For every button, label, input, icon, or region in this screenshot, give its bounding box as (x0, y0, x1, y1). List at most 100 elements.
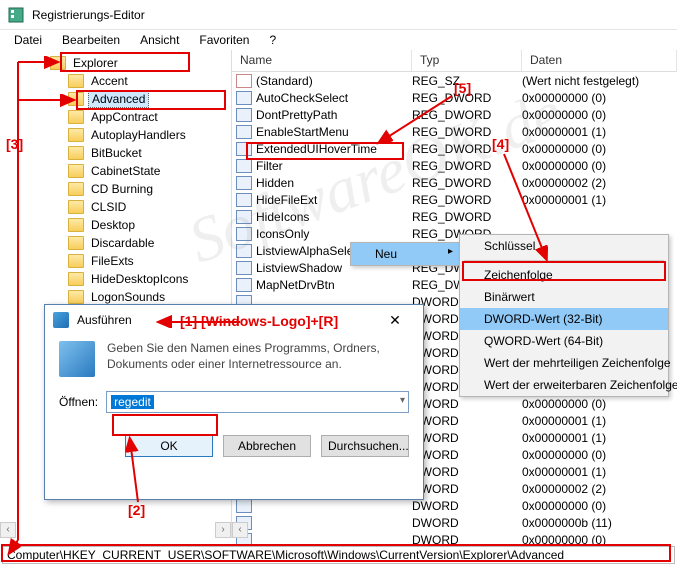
menu-favorites[interactable]: Favoriten (189, 31, 259, 49)
list-item[interactable]: HideFileExtREG_DWORD0x00000001 (1) (232, 191, 677, 208)
ctx-item-string[interactable]: Zeichenfolge (460, 264, 668, 286)
value-data: 0x0000000b (11) (522, 516, 677, 530)
dword-icon (236, 278, 252, 292)
ctx-item-dword[interactable]: DWORD-Wert (32-Bit) (460, 308, 668, 330)
list-item[interactable]: ExtendedUIHoverTimeREG_DWORD0x00000000 (… (232, 140, 677, 157)
twisty-icon[interactable]: › (6, 202, 68, 213)
tree-node[interactable]: ›BitBucket (0, 144, 231, 162)
open-combobox[interactable]: regedit ▾ (106, 391, 409, 413)
header-name[interactable]: Name (232, 50, 412, 71)
list-item[interactable]: (Standard)REG_SZ(Wert nicht festgelegt) (232, 72, 677, 89)
folder-icon (68, 110, 84, 124)
value-name: IconsOnly (256, 227, 412, 241)
value-type: REG_DWORD (412, 210, 522, 224)
tree-node[interactable]: Accent (0, 72, 231, 90)
menu-edit[interactable]: Bearbeiten (52, 31, 130, 49)
value-type: REG_DWORD (412, 125, 522, 139)
tree-node[interactable]: AppContract (0, 108, 231, 126)
folder-icon (68, 92, 84, 106)
value-data: 0x00000000 (0) (522, 499, 677, 513)
menu-help[interactable]: ? (259, 31, 286, 49)
dword-icon (236, 261, 252, 275)
value-type: DWORD (412, 465, 522, 479)
twisty-icon[interactable]: › (6, 94, 68, 105)
ctx-item-neu[interactable]: Neu (351, 243, 459, 265)
tree-node[interactable]: ›AutoplayHandlers (0, 126, 231, 144)
value-name: AutoCheckSelect (256, 91, 412, 105)
twisty-icon[interactable]: › (6, 220, 68, 231)
ctx-item-key[interactable]: Schlüssel (460, 235, 668, 257)
twisty-icon[interactable]: ⌄ (6, 58, 50, 69)
open-value: regedit (111, 395, 154, 409)
scroll-right-arrow[interactable]: › (215, 522, 231, 538)
header-data[interactable]: Daten (522, 50, 677, 71)
twisty-icon[interactable]: › (6, 238, 68, 249)
dword-icon (236, 227, 252, 241)
tree-node[interactable]: › Desktop (0, 216, 231, 234)
value-type: DWORD (412, 397, 522, 411)
tree-node-advanced[interactable]: › Advanced (0, 90, 231, 108)
list-item[interactable]: HiddenREG_DWORD0x00000002 (2) (232, 174, 677, 191)
value-name: MapNetDrvBtn (256, 278, 412, 292)
browse-button[interactable]: Durchsuchen... (321, 435, 409, 457)
dword-icon (236, 142, 252, 156)
ctx-item-binary[interactable]: Binärwert (460, 286, 668, 308)
tree-label: Desktop (88, 217, 138, 233)
tree-node-explorer[interactable]: ⌄ Explorer (0, 54, 231, 72)
chevron-down-icon[interactable]: ▾ (400, 395, 405, 406)
list-item[interactable]: DontPrettyPathREG_DWORD0x00000000 (0) (232, 106, 677, 123)
twisty-icon[interactable]: › (6, 274, 68, 285)
value-data: 0x00000002 (2) (522, 176, 677, 190)
twisty-icon[interactable]: › (6, 256, 68, 267)
ctx-item-qword[interactable]: QWORD-Wert (64-Bit) (460, 330, 668, 352)
value-data: 0x00000000 (0) (522, 448, 677, 462)
dword-icon (236, 244, 252, 258)
separator (464, 260, 664, 261)
list-item[interactable]: EnableStartMenuREG_DWORD0x00000001 (1) (232, 123, 677, 140)
twisty-icon[interactable]: › (6, 130, 68, 141)
menu-file[interactable]: Datei (4, 31, 52, 49)
tree-node[interactable]: ›CabinetState (0, 162, 231, 180)
tree-label: Discardable (88, 235, 157, 251)
tree-label: Advanced (88, 90, 149, 108)
ok-button[interactable]: OK (125, 435, 213, 457)
tree-node[interactable]: CD Burning (0, 180, 231, 198)
ctx-item-multi[interactable]: Wert der mehrteiligen Zeichenfolge (460, 352, 668, 374)
list-item[interactable]: AutoCheckSelectREG_DWORD0x00000000 (0) (232, 89, 677, 106)
list-item[interactable]: FilterREG_DWORD0x00000000 (0) (232, 157, 677, 174)
regedit-icon (8, 7, 24, 23)
value-data: 0x00000002 (2) (522, 482, 677, 496)
tree-node[interactable]: ›HideDesktopIcons (0, 270, 231, 288)
tree-node[interactable]: › Discardable (0, 234, 231, 252)
ctx-item-expand[interactable]: Wert der erweiterbaren Zeichenfolge (460, 374, 668, 396)
list-item[interactable]: HideIconsREG_DWORD (232, 208, 677, 225)
value-data: 0x00000000 (0) (522, 91, 677, 105)
value-type: DWORD (412, 516, 522, 530)
tree-label: FileExts (88, 253, 137, 269)
dword-icon (236, 159, 252, 173)
twisty-icon[interactable]: › (6, 166, 68, 177)
tree-node[interactable]: ›CLSID (0, 198, 231, 216)
folder-icon (68, 290, 84, 304)
scroll-left-arrow[interactable]: ‹ (0, 522, 16, 538)
list-item[interactable]: DWORD0x0000000b (11) (232, 514, 677, 531)
twisty-icon[interactable]: › (6, 148, 68, 159)
value-name: (Standard) (256, 74, 412, 88)
value-type: REG_DWORD (412, 159, 522, 173)
value-type: REG_SZ (412, 74, 522, 88)
folder-icon (68, 146, 84, 160)
tree-node[interactable]: › FileExts (0, 252, 231, 270)
header-type[interactable]: Typ (412, 50, 522, 71)
cancel-button[interactable]: Abbrechen (223, 435, 311, 457)
close-icon[interactable]: ✕ (375, 312, 415, 329)
run-big-icon (59, 341, 95, 377)
value-type: REG_DWORD (412, 108, 522, 122)
value-type: DWORD (412, 448, 522, 462)
menu-view[interactable]: Ansicht (130, 31, 189, 49)
scroll-left-arrow[interactable]: ‹ (232, 522, 248, 538)
value-data: 0x00000000 (0) (522, 397, 677, 411)
context-menu-neu: Neu (350, 242, 460, 266)
value-type: DWORD (412, 533, 522, 547)
folder-icon (68, 164, 84, 178)
dword-icon (236, 210, 252, 224)
